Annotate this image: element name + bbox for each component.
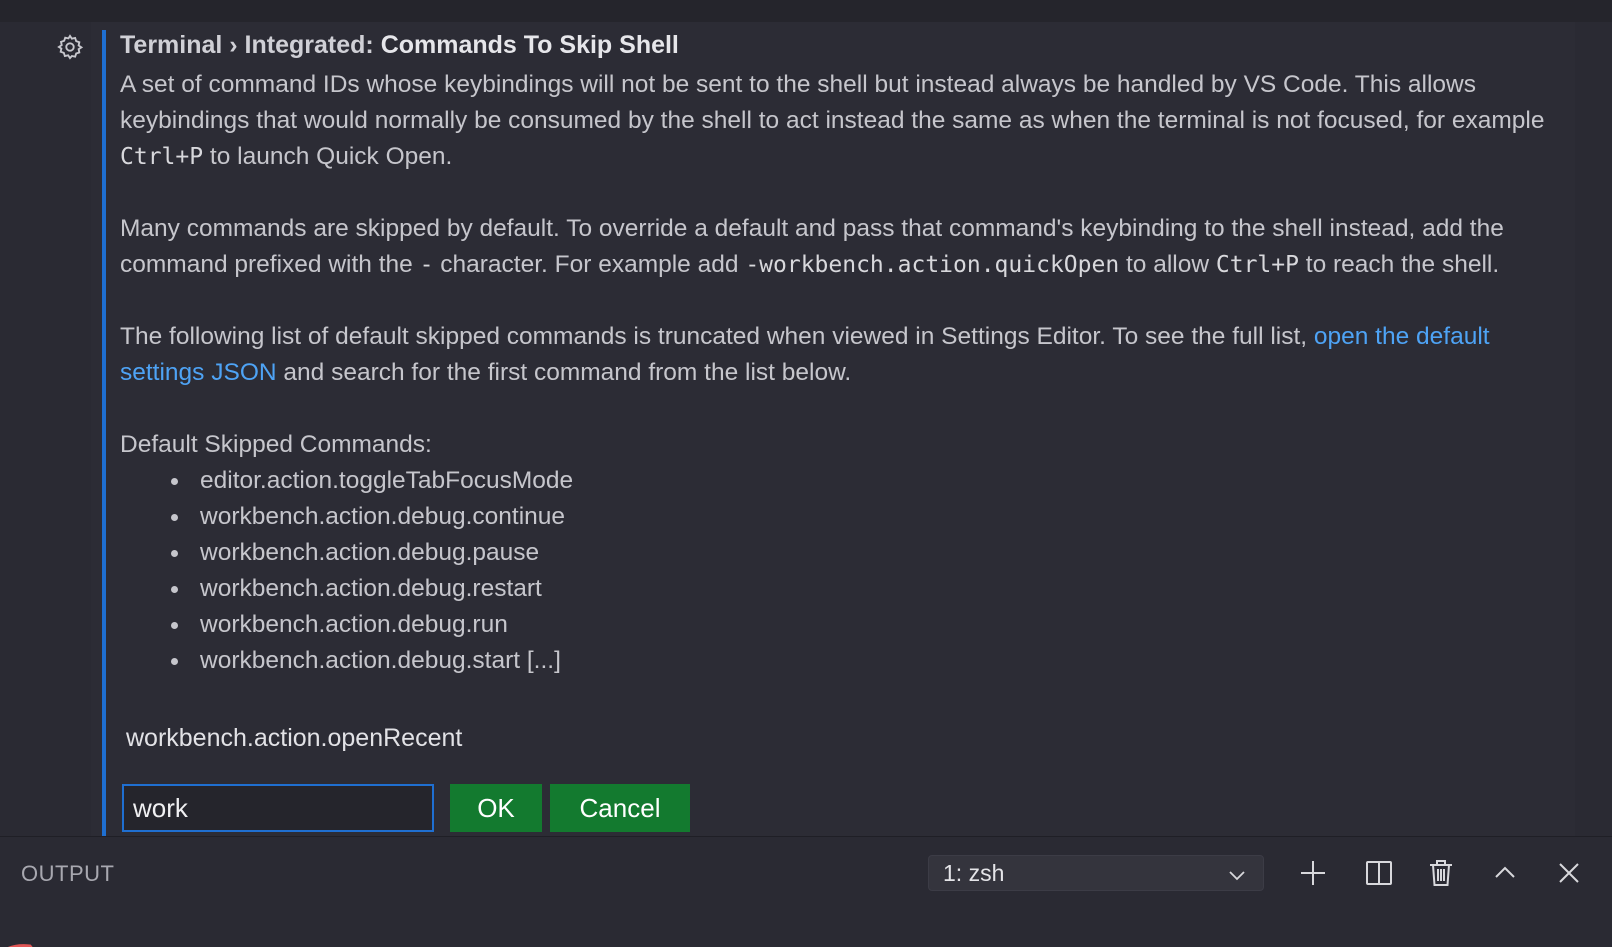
setting-title: Terminal › Integrated: Commands To Skip …	[120, 28, 1550, 62]
inline-code: Ctrl+P	[120, 144, 204, 170]
setting-category: Terminal › Integrated:	[120, 31, 381, 59]
settings-gutter	[0, 22, 91, 836]
list-item: workbench.action.debug.continue	[171, 499, 1550, 535]
skipped-commands-heading: Default Skipped Commands:	[120, 431, 432, 458]
existing-list-item[interactable]: workbench.action.openRecent	[126, 720, 462, 756]
desc-text: to launch Quick Open.	[203, 143, 453, 170]
plus-icon[interactable]	[1297, 857, 1329, 889]
ok-button[interactable]: OK	[450, 784, 542, 832]
cancel-button[interactable]: Cancel	[550, 784, 690, 832]
top-strip	[0, 0, 1612, 22]
list-item: workbench.action.debug.pause	[171, 535, 1550, 571]
split-terminal-icon[interactable]	[1363, 857, 1395, 889]
new-item-input[interactable]	[122, 784, 434, 832]
trash-icon[interactable]	[1425, 857, 1457, 889]
list-item: workbench.action.debug.start [...]	[171, 643, 1550, 679]
desc-text: and search for the first command from th…	[276, 359, 852, 386]
gear-icon[interactable]	[55, 32, 85, 62]
bottom-panel: OUTPUT 1: zsh	[0, 836, 1612, 947]
focus-indicator	[102, 30, 106, 836]
description-paragraph-2: Many commands are skipped by default. To…	[120, 211, 1550, 283]
setting-description: A set of command IDs whose keybindings w…	[120, 67, 1550, 679]
desc-text: character. For example add	[433, 251, 746, 278]
desc-text: A set of command IDs whose keybindings w…	[120, 71, 1545, 134]
desc-text: to reach the shell.	[1298, 251, 1500, 278]
description-paragraph-3: The following list of default skipped co…	[120, 319, 1550, 391]
terminal-selected-label: 1: zsh	[943, 859, 1005, 886]
terminal-selector[interactable]: 1: zsh	[928, 855, 1264, 891]
list-item: editor.action.toggleTabFocusMode	[171, 463, 1550, 499]
close-icon[interactable]	[1553, 857, 1585, 889]
settings-editor: Terminal › Integrated: Commands To Skip …	[0, 22, 1575, 836]
description-paragraph-1: A set of command IDs whose keybindings w…	[120, 67, 1550, 175]
chevron-up-icon[interactable]	[1489, 857, 1521, 889]
setting-name: Commands To Skip Shell	[380, 31, 679, 59]
setting-item: Terminal › Integrated: Commands To Skip …	[120, 28, 1550, 679]
list-item: workbench.action.debug.run	[171, 607, 1550, 643]
list-item: workbench.action.debug.restart	[171, 571, 1550, 607]
skipped-commands-list: editor.action.toggleTabFocusMode workben…	[120, 463, 1550, 679]
desc-text: to allow	[1119, 251, 1216, 278]
inline-code: -workbench.action.quickOpen	[745, 252, 1120, 278]
inline-code: Ctrl+P	[1215, 252, 1299, 278]
chevron-down-icon	[1227, 864, 1247, 891]
desc-text: The following list of default skipped co…	[120, 323, 1314, 350]
inline-code: -	[419, 252, 434, 278]
panel-tab-output[interactable]: OUTPUT	[21, 861, 114, 887]
